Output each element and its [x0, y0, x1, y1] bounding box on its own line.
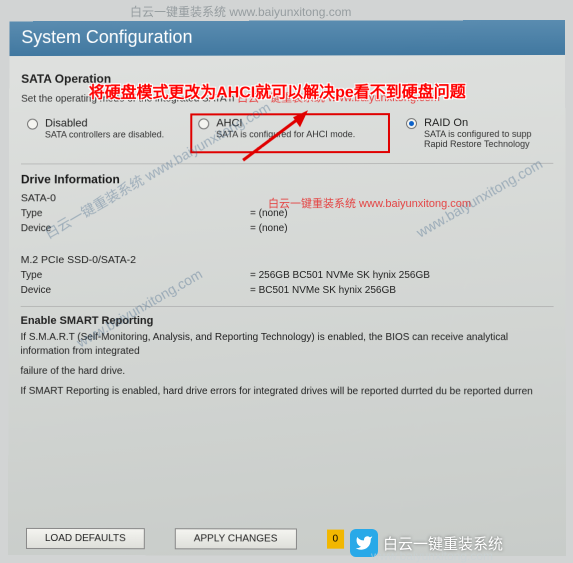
m2-type-row: Type = 256GB BC501 NVMe SK hynix 256GB	[21, 270, 554, 281]
sata0-type-row: Type = (none)	[21, 208, 554, 219]
m2-device-val: = BC501 NVMe SK hynix 256GB	[250, 285, 396, 296]
m2-device-key: Device	[21, 285, 250, 296]
radio-icon[interactable]	[198, 118, 209, 129]
m2-type-val: = 256GB BC501 NVMe SK hynix 256GB	[250, 270, 430, 281]
option-raid-label: RAID On	[424, 117, 468, 129]
option-raid-desc1: SATA is configured to supp	[424, 129, 544, 139]
smart-desc-2: failure of the hard drive.	[20, 365, 553, 379]
page-title: System Configuration	[21, 27, 192, 47]
sata0-device-val: = (none)	[250, 223, 287, 234]
sata0-device-key: Device	[21, 223, 250, 234]
footer-url: www.baiyunxitong.com	[371, 549, 493, 563]
smart-desc-3: If SMART Reporting is enabled, hard driv…	[20, 385, 553, 400]
sata0-label: SATA-0	[21, 192, 554, 204]
red-arrow-icon	[238, 105, 318, 165]
smart-desc-1: If S.M.A.R.T (Self-Monitoring, Analysis,…	[20, 331, 553, 359]
option-disabled-label: Disabled	[45, 118, 88, 130]
drive-information-title: Drive Information	[21, 172, 553, 186]
bios-screen: System Configuration 将硬盘模式更改为AHCI就可以解决pe…	[8, 20, 566, 556]
option-disabled-desc: SATA controllers are disabled.	[45, 129, 174, 139]
sata0-type-key: Type	[21, 208, 250, 219]
top-watermark: 白云一键重装系统 www.baiyunxitong.com	[130, 3, 351, 20]
divider	[21, 306, 554, 307]
sata0-device-row: Device = (none)	[21, 223, 554, 234]
option-disabled[interactable]: Disabled SATA controllers are disabled.	[21, 113, 180, 153]
load-defaults-button[interactable]: LOAD DEFAULTS	[26, 528, 145, 549]
radio-icon[interactable]	[27, 118, 38, 129]
changes-badge: 0	[327, 530, 345, 549]
option-raid[interactable]: RAID On SATA is configured to supp Rapid…	[400, 113, 550, 153]
m2-label: M.2 PCIe SSD-0/SATA-2	[21, 254, 554, 266]
apply-changes-button[interactable]: APPLY CHANGES	[175, 528, 297, 549]
m2-device-row: Device = BC501 NVMe SK hynix 256GB	[21, 285, 554, 296]
sata0-type-val: = (none)	[250, 208, 287, 219]
button-bar: LOAD DEFAULTS APPLY CHANGES 0	[26, 528, 344, 550]
red-annotation-text: 将硬盘模式更改为AHCI就可以解决pe看不到硬盘问题	[89, 78, 555, 103]
radio-icon-selected[interactable]	[406, 118, 417, 129]
header-bar: System Configuration	[9, 20, 565, 56]
smart-title: Enable SMART Reporting	[21, 315, 554, 327]
m2-type-key: Type	[21, 270, 250, 281]
option-raid-desc2: Rapid Restore Technology	[424, 139, 544, 149]
